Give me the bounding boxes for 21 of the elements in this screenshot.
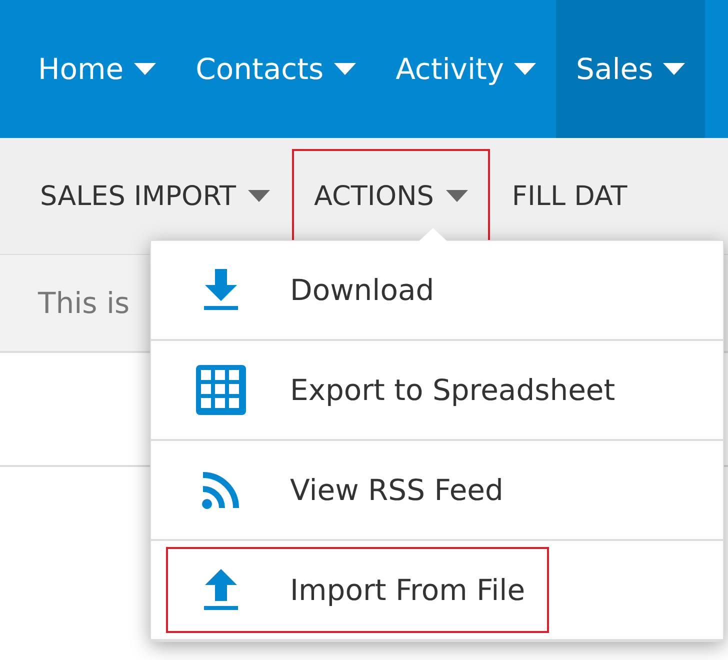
grid-icon	[196, 365, 246, 415]
nav-tab[interactable]: Home	[18, 0, 176, 138]
caret-icon	[334, 63, 356, 75]
upload-icon	[201, 569, 241, 611]
notice-text: This is	[38, 286, 130, 320]
menu-tab[interactable]: FILL DAT	[490, 149, 650, 243]
nav-tab[interactable]: Sales	[556, 0, 706, 138]
caret-icon	[514, 63, 536, 75]
caret-icon	[248, 190, 270, 202]
nav-tab[interactable]: Activity	[376, 0, 556, 138]
caret-icon	[446, 190, 468, 202]
menu-item[interactable]: Export to Spreadsheet	[166, 347, 640, 433]
caret-icon	[134, 63, 156, 75]
menu-item[interactable]: View RSS Feed	[166, 447, 528, 533]
caret-icon	[663, 63, 686, 75]
download-icon	[201, 269, 241, 311]
rss-icon	[201, 470, 241, 510]
menu-tab[interactable]: SALES IMPORT	[18, 149, 292, 243]
menu-item[interactable]: Download	[166, 247, 458, 333]
menu-item[interactable]: Import From File	[166, 547, 550, 633]
nav-tab[interactable]: Contacts	[176, 0, 376, 138]
